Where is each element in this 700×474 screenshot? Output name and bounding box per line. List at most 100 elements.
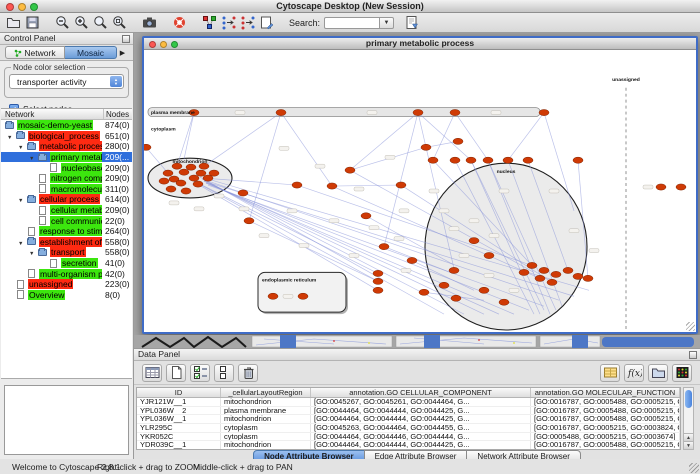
node-color-dropdown[interactable]: transporter activity ▲▼ xyxy=(9,74,124,89)
zoom-full-icon[interactable] xyxy=(91,14,110,32)
vizmapper-icon[interactable] xyxy=(200,14,219,32)
camera-icon[interactable] xyxy=(140,14,159,32)
network-node[interactable] xyxy=(268,293,278,299)
network-node[interactable] xyxy=(573,157,583,163)
window-resize-grip[interactable] xyxy=(686,322,695,331)
network-node[interactable] xyxy=(450,157,460,163)
network-node[interactable] xyxy=(238,190,248,196)
tree-row-overview[interactable]: Overview8(0) xyxy=(1,290,132,301)
network-node[interactable] xyxy=(396,182,406,188)
column-header-1[interactable]: _cellularLayoutRegion xyxy=(221,388,311,397)
network-node[interactable] xyxy=(421,144,431,150)
birds-eye-view[interactable] xyxy=(4,385,129,455)
tree-row-cellular-process[interactable]: ▼cellular process614(0) xyxy=(1,194,132,205)
network-node[interactable] xyxy=(373,270,383,276)
network-node[interactable] xyxy=(551,271,561,277)
tree-column-nodes[interactable]: Nodes xyxy=(104,109,132,119)
unselect-attributes-icon[interactable] xyxy=(214,364,234,382)
network-node[interactable] xyxy=(479,287,489,293)
network-node[interactable] xyxy=(298,293,308,299)
new-page-icon[interactable] xyxy=(166,364,186,382)
search-combo-button[interactable]: ▼ xyxy=(380,17,394,29)
network-edge[interactable] xyxy=(508,113,544,161)
annotation-page-icon[interactable] xyxy=(257,14,276,32)
network-node[interactable] xyxy=(523,157,533,163)
network-node[interactable] xyxy=(451,295,461,301)
network-window-titlebar[interactable]: primary metabolic process xyxy=(144,38,696,50)
network-node[interactable] xyxy=(449,267,459,273)
network-node[interactable] xyxy=(539,109,549,115)
search-input[interactable] xyxy=(324,17,380,29)
network-node[interactable] xyxy=(379,244,389,250)
scroll-up-icon[interactable]: ▲ xyxy=(684,433,693,441)
network-node[interactable] xyxy=(676,184,686,190)
minimize-icon[interactable] xyxy=(160,41,167,48)
table-scrollbar[interactable]: ▲ ▼ xyxy=(683,387,694,450)
zoom-window-icon[interactable] xyxy=(30,3,38,11)
tree-row-cell-communicat[interactable]: cell communicat22(0) xyxy=(1,215,132,226)
network-edge[interactable] xyxy=(332,185,401,186)
function-builder-icon[interactable]: f(x) xyxy=(624,364,644,382)
table-row[interactable]: YDR039C__1mitochondrion[GO:0044464, GO:0… xyxy=(137,441,680,450)
network-view-window[interactable]: primary metabolic process plasma membran… xyxy=(142,36,698,334)
table-row[interactable]: YJR121W__1mitochondrion[GO:0045267, GO:0… xyxy=(137,398,680,407)
network-node[interactable] xyxy=(244,218,254,224)
network-edge[interactable] xyxy=(418,113,471,161)
network-node[interactable] xyxy=(503,157,513,163)
layout-red-icon[interactable] xyxy=(238,14,257,32)
network-node[interactable] xyxy=(419,289,429,295)
app-resize-grip[interactable] xyxy=(689,463,699,473)
zoom-out-icon[interactable] xyxy=(53,14,72,32)
matrix-icon[interactable] xyxy=(672,364,692,382)
network-node[interactable] xyxy=(484,252,494,258)
network-node[interactable] xyxy=(196,170,206,176)
zoom-icon[interactable] xyxy=(171,41,178,48)
delete-attribute-icon[interactable] xyxy=(238,364,258,382)
network-node[interactable] xyxy=(407,257,417,263)
tree-row-establishment-of-lo[interactable]: ▼establishment of lo558(0) xyxy=(1,237,132,248)
tree-row-primary-metabo[interactable]: ▼primary metabo209(... xyxy=(1,152,132,163)
tree-row-nitrogen-compo[interactable]: nitrogen compo209(0) xyxy=(1,173,132,184)
network-node[interactable] xyxy=(345,167,355,173)
zoom-selected-icon[interactable] xyxy=(110,14,129,32)
network-edge[interactable] xyxy=(433,113,455,161)
network-node[interactable] xyxy=(483,157,493,163)
table-row[interactable]: YPL036W__1mitochondrion[GO:0044464, GO:0… xyxy=(137,415,680,424)
import-attributes-icon[interactable] xyxy=(648,364,668,382)
table-row[interactable]: YPL036W__2plasma membrane[GO:0044464, GO… xyxy=(137,407,680,416)
network-node[interactable] xyxy=(547,279,557,285)
tree-row-response-to-stimulu[interactable]: response to stimulu264(0) xyxy=(1,226,132,237)
close-window-icon[interactable] xyxy=(6,3,14,11)
zoom-in-icon[interactable] xyxy=(72,14,91,32)
network-edge[interactable] xyxy=(350,113,418,171)
tree-row-macromolecule[interactable]: macromolecule311(0) xyxy=(1,184,132,195)
network-node[interactable] xyxy=(159,178,169,184)
column-header-2[interactable]: annotation.GO CELLULAR_COMPONENT xyxy=(311,388,531,397)
network-node[interactable] xyxy=(373,287,383,293)
network-node[interactable] xyxy=(539,267,549,273)
tab-mosaic[interactable]: Mosaic xyxy=(65,46,117,59)
network-node[interactable] xyxy=(276,109,286,115)
network-canvas[interactable]: plasma membranecytoplasmmitochondrionnuc… xyxy=(144,50,696,332)
scrollbar-thumb[interactable] xyxy=(685,390,692,408)
background-windows-strip[interactable] xyxy=(134,335,700,348)
network-node[interactable] xyxy=(209,170,219,176)
tree-row-mosaic-demo-yeast[interactable]: mosaic-demo-yeast874(0) xyxy=(1,120,132,131)
column-header-3[interactable]: annotation.GO MOLECULAR_FUNCTION xyxy=(531,388,680,397)
table-row[interactable]: YKR052Ccytoplasm[GO:0044464, GO:0044446,… xyxy=(137,433,680,442)
float-panel-icon[interactable] xyxy=(689,351,697,359)
network-node[interactable] xyxy=(361,213,371,219)
network-node[interactable] xyxy=(144,144,151,150)
minimize-window-icon[interactable] xyxy=(18,3,26,11)
network-node[interactable] xyxy=(453,138,463,144)
network-edge[interactable] xyxy=(455,113,488,161)
search-options-icon[interactable] xyxy=(402,14,421,32)
scroll-down-icon[interactable]: ▼ xyxy=(684,441,693,449)
tree-row-cellular-metabo[interactable]: cellular metabo209(0) xyxy=(1,205,132,216)
network-node[interactable] xyxy=(166,186,176,192)
tree-row-transport[interactable]: ▼transport558(0) xyxy=(1,247,132,258)
network-node[interactable] xyxy=(373,278,383,284)
select-attributes-icon[interactable] xyxy=(190,364,210,382)
layout-blue-icon[interactable] xyxy=(219,14,238,32)
float-panel-icon[interactable] xyxy=(122,35,130,43)
